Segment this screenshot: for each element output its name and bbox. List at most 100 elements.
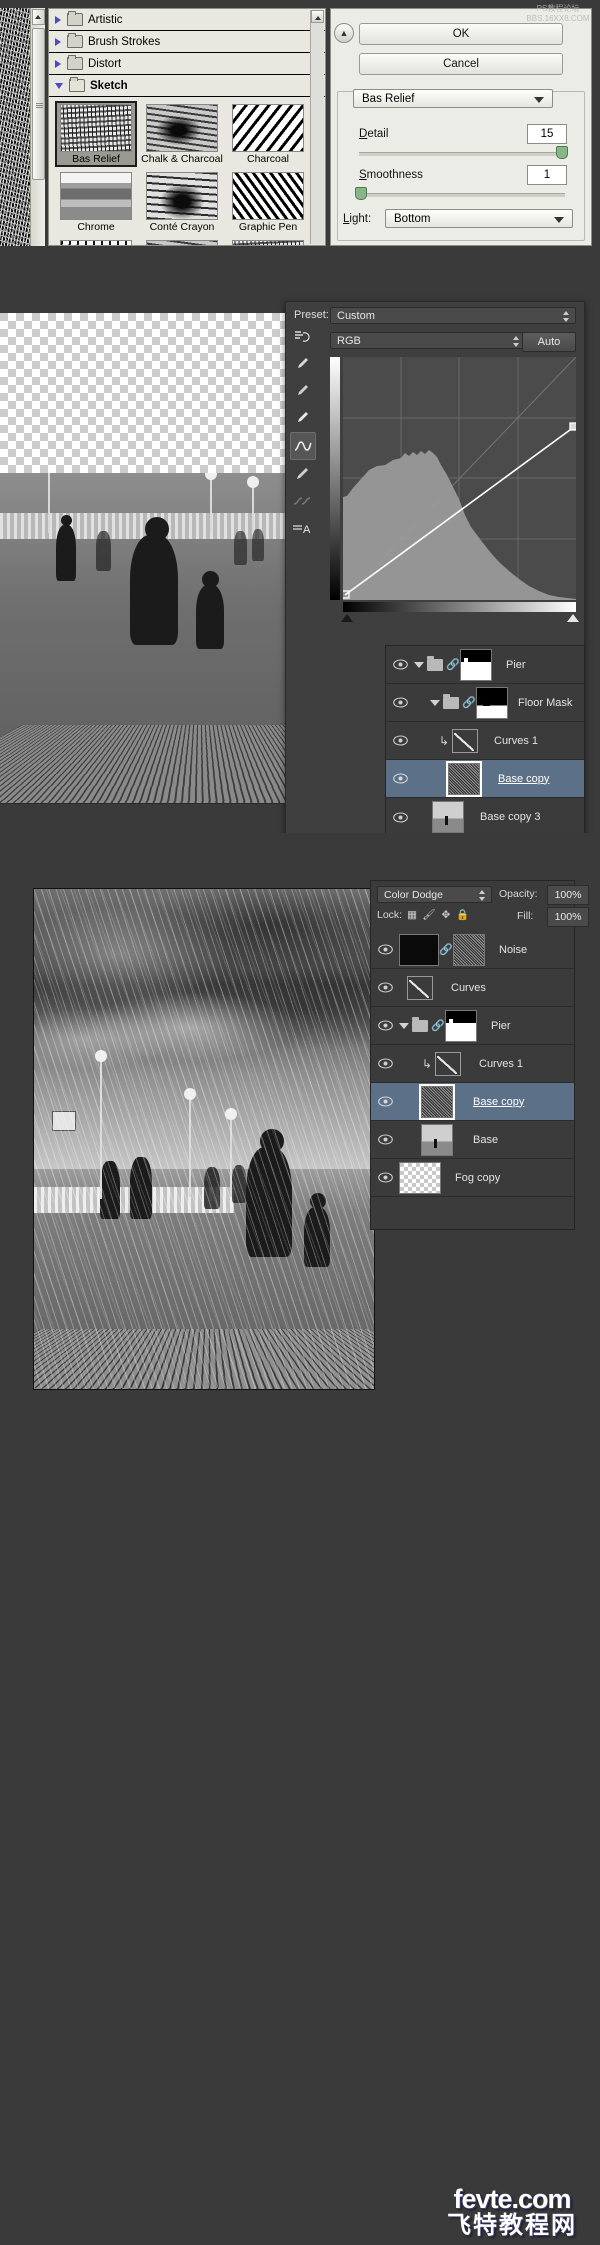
adjustment-layer-thumbnail[interactable] — [452, 728, 478, 753]
filter-list-scrollbar[interactable] — [310, 10, 324, 244]
scrollbar-thumb[interactable] — [32, 28, 45, 180]
smoothness-slider-handle[interactable] — [355, 187, 367, 200]
collapse-panel-icon[interactable]: ▲ — [334, 23, 354, 43]
preview-scrollbar[interactable] — [30, 8, 45, 246]
layer-row-fog-copy[interactable]: Fog copy — [371, 1159, 574, 1197]
detail-value-field[interactable]: 15 — [527, 124, 567, 144]
layer-row-curves-1[interactable]: ↳ Curves 1 — [371, 1045, 574, 1083]
group-expand-icon[interactable] — [430, 699, 440, 706]
layer-row-floor-mask[interactable]: 🔗 Floor Mask — [386, 684, 584, 722]
eyedropper-black-icon[interactable] — [290, 351, 314, 377]
layer-row-curves[interactable]: Curves — [371, 969, 574, 1007]
layer-row-pier[interactable]: 🔗 Pier — [386, 646, 584, 684]
filter-thumb-chrome[interactable]: Chrome — [55, 169, 137, 235]
layer-visibility-icon[interactable] — [371, 1020, 399, 1031]
filter-thumb-bas-relief[interactable]: Bas Relief — [55, 101, 137, 167]
smooth-curve-icon[interactable] — [290, 488, 314, 514]
layer-row-curves-1[interactable]: ↳ Curves 1 — [386, 722, 584, 760]
detail-slider-handle[interactable] — [556, 146, 568, 159]
layer-row-noise[interactable]: 🔗 Noise — [371, 931, 574, 969]
final-image[interactable] — [33, 888, 375, 1390]
eyedropper-gray-icon[interactable] — [290, 378, 314, 404]
filter-thumb-row3-b[interactable] — [141, 237, 223, 245]
layer-visibility-icon[interactable] — [386, 697, 414, 708]
white-point-slider[interactable] — [567, 614, 579, 622]
layer-thumbnail[interactable] — [421, 1123, 453, 1156]
layer-thumbnail[interactable] — [419, 1083, 455, 1120]
filter-category-artistic[interactable]: Artistic — [49, 9, 325, 31]
layer-row-pier[interactable]: 🔗 Pier — [371, 1007, 574, 1045]
chevron-right-icon[interactable] — [55, 37, 61, 46]
auto-button[interactable]: Auto — [522, 332, 576, 352]
layer-thumbnail[interactable] — [446, 760, 482, 797]
lock-transparency-icon[interactable]: ▦ — [405, 909, 419, 921]
layer-visibility-icon[interactable] — [371, 1134, 399, 1145]
link-icon[interactable]: 🔗 — [446, 658, 460, 671]
layer-thumbnail[interactable] — [399, 1161, 441, 1194]
opacity-value-field[interactable]: 100% — [547, 885, 589, 905]
filter-thumb-charcoal[interactable]: Charcoal — [227, 101, 309, 167]
smoothness-value-field[interactable]: 1 — [527, 165, 567, 185]
layer-visibility-icon[interactable] — [386, 773, 414, 784]
adjustment-layer-thumbnail[interactable] — [407, 975, 433, 1000]
layer-thumbnail[interactable] — [453, 933, 485, 966]
cancel-button[interactable]: Cancel — [359, 53, 563, 75]
filter-category-distort[interactable]: Distort — [49, 53, 325, 75]
scroll-up-arrow-icon[interactable] — [311, 10, 324, 23]
chevron-right-icon[interactable] — [55, 15, 61, 24]
group-expand-icon[interactable] — [414, 661, 424, 668]
layer-visibility-icon[interactable] — [386, 811, 414, 823]
filter-category-sketch[interactable]: Sketch — [49, 75, 325, 97]
layer-visibility-icon[interactable] — [371, 1096, 399, 1107]
layer-name[interactable]: Base copy — [473, 1096, 524, 1108]
fill-value-field[interactable]: 100% — [547, 907, 589, 927]
adjustment-layer-thumbnail[interactable] — [435, 1051, 461, 1076]
filter-select-dropdown[interactable]: Bas Relief — [353, 89, 553, 108]
lock-all-icon[interactable]: 🔒 — [456, 908, 470, 921]
layer-row-base-copy[interactable]: Base copy — [386, 760, 584, 798]
filter-thumb-graphic-pen[interactable]: Graphic Pen — [227, 169, 309, 235]
layer-row-base-copy[interactable]: Base copy — [371, 1083, 574, 1121]
layer-visibility-icon[interactable] — [386, 659, 414, 670]
layer-mask-thumbnail[interactable] — [445, 1009, 477, 1042]
filter-thumb-row3-c[interactable] — [227, 237, 309, 245]
lock-position-icon[interactable]: ✥ — [439, 909, 453, 921]
layer-visibility-icon[interactable] — [371, 1172, 399, 1183]
filter-category-list[interactable]: Artistic Brush Strokes Distort Sketch Ba… — [48, 8, 326, 246]
black-point-slider[interactable] — [341, 614, 353, 622]
layer-mask-thumbnail[interactable] — [476, 686, 508, 719]
detail-slider-track[interactable] — [359, 152, 565, 156]
preset-dropdown[interactable]: Custom — [330, 307, 576, 324]
curve-point-tool-icon[interactable] — [290, 432, 316, 460]
clipping-warning-icon[interactable]: A — [290, 515, 314, 541]
hand-preset-icon[interactable] — [290, 324, 314, 350]
chevron-right-icon[interactable] — [55, 59, 61, 68]
layer-mask-thumbnail[interactable] — [399, 933, 439, 966]
filter-thumb-conte-crayon[interactable]: Conté Crayon — [141, 169, 223, 235]
blend-mode-dropdown[interactable]: Color Dodge — [377, 886, 492, 903]
filter-thumb-row3-a[interactable] — [55, 237, 137, 245]
layer-thumbnail[interactable] — [432, 801, 464, 833]
smoothness-slider-track[interactable] — [359, 193, 565, 197]
channel-dropdown[interactable]: RGB — [330, 332, 526, 349]
link-icon[interactable]: 🔗 — [439, 943, 453, 956]
layer-name[interactable]: Base copy — [498, 773, 549, 785]
layer-visibility-icon[interactable] — [371, 982, 399, 993]
link-icon[interactable]: 🔗 — [462, 696, 476, 709]
link-icon[interactable]: 🔗 — [431, 1019, 445, 1032]
eyedropper-white-icon[interactable] — [290, 405, 314, 431]
layer-visibility-icon[interactable] — [371, 1058, 399, 1069]
pencil-tool-icon[interactable] — [290, 461, 314, 487]
layer-row-base-copy-3[interactable]: Base copy 3 — [386, 798, 584, 836]
layer-visibility-icon[interactable] — [386, 735, 414, 746]
light-direction-dropdown[interactable]: Bottom — [385, 209, 573, 228]
curves-graph[interactable] — [343, 357, 576, 600]
ok-button[interactable]: OK — [359, 23, 563, 45]
lock-image-icon[interactable]: 🖌 — [422, 908, 436, 921]
group-expand-icon[interactable] — [399, 1022, 409, 1029]
scroll-up-arrow-icon[interactable] — [32, 9, 45, 25]
layer-mask-thumbnail[interactable] — [460, 648, 492, 681]
layer-row-base[interactable]: Base — [371, 1121, 574, 1159]
layer-visibility-icon[interactable] — [371, 944, 399, 955]
chevron-down-icon[interactable] — [55, 82, 63, 89]
